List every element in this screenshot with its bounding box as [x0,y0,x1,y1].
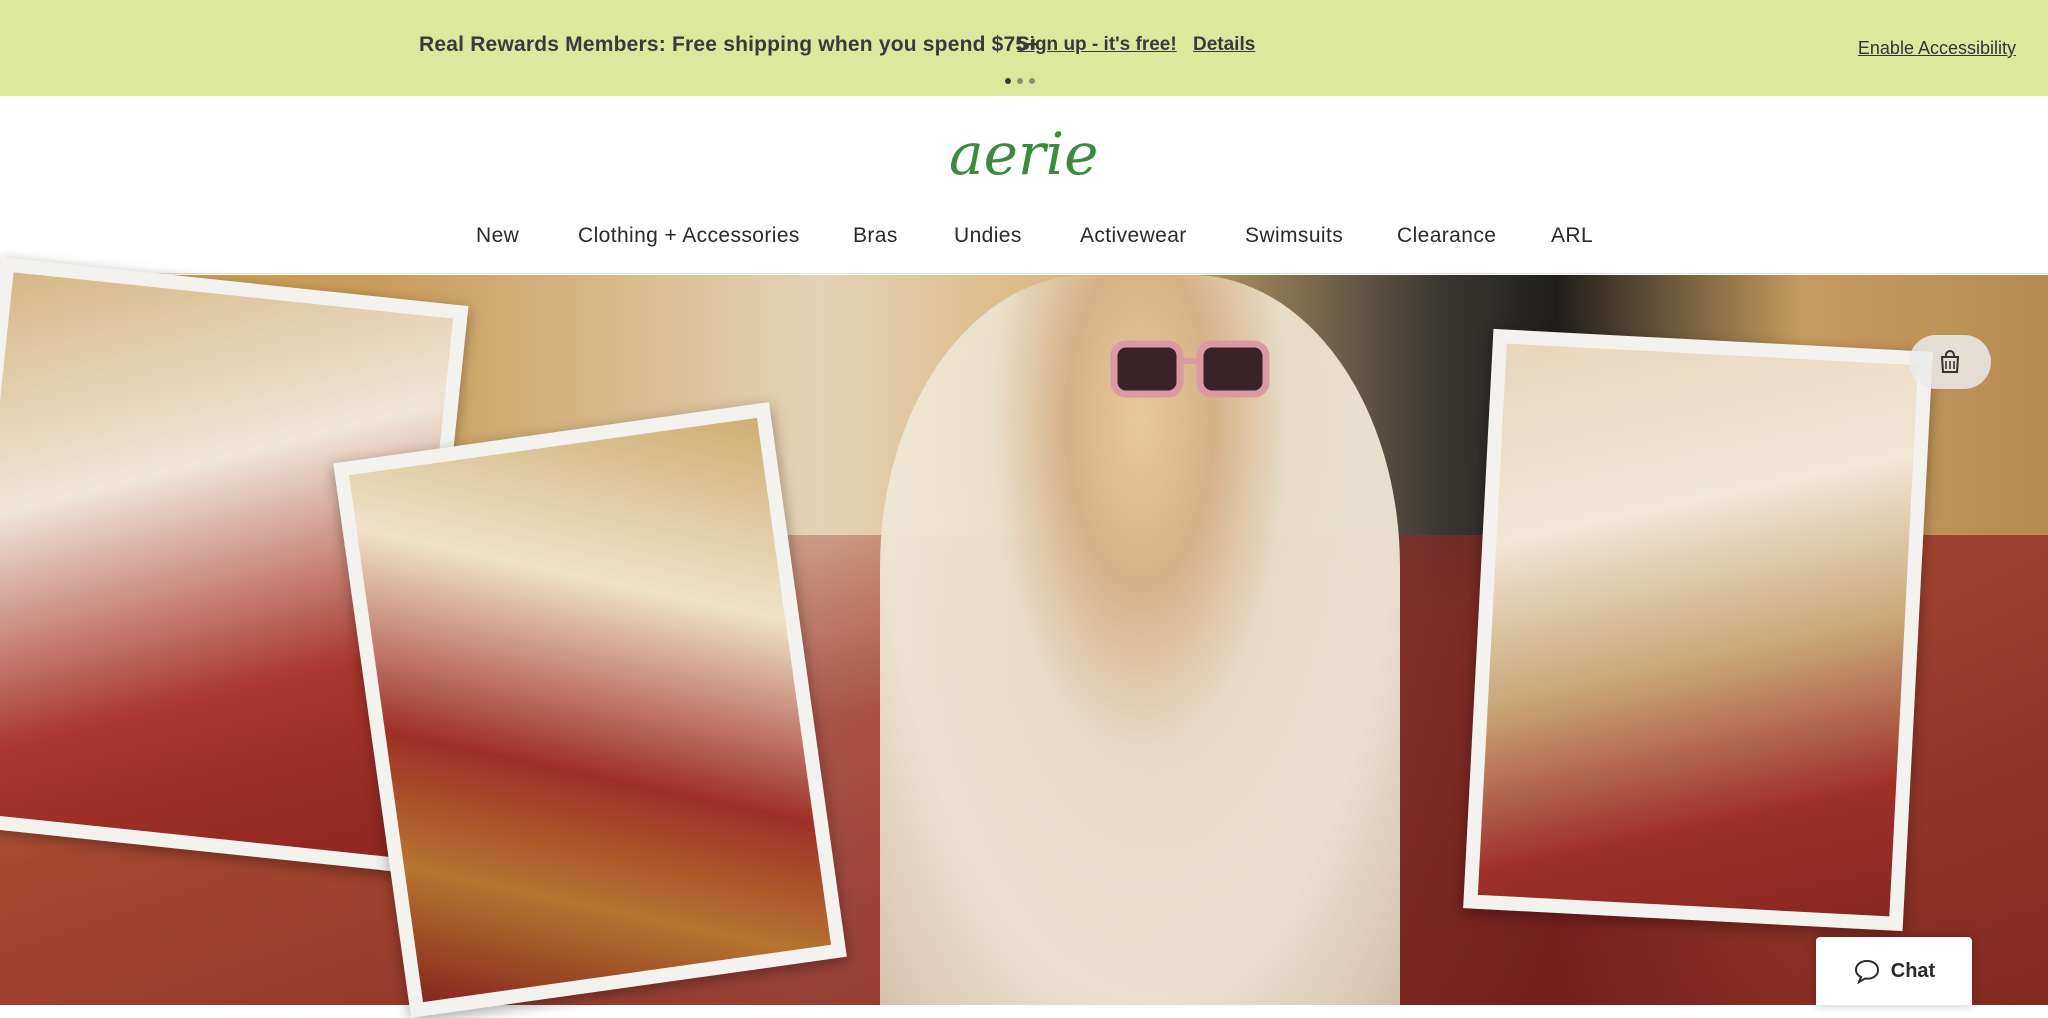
sunglasses-graphic [1110,340,1270,398]
nav-item-new[interactable]: New [476,224,519,248]
promo-carousel-dots[interactable] [1005,78,1035,84]
nav-item-swimsuits[interactable]: Swimsuits [1245,224,1343,248]
carousel-dot[interactable] [1005,78,1011,84]
main-nav: New Clothing + Accessories Bras Undies A… [0,224,2048,254]
enable-accessibility-link[interactable]: Enable Accessibility [1858,38,2016,59]
promo-bar: Real Rewards Members: Free shipping when… [0,0,2048,96]
chat-label: Chat [1890,959,1936,982]
hero-photo-right [1463,328,1933,932]
nav-item-clearance[interactable]: Clearance [1397,224,1496,248]
nav-item-bras[interactable]: Bras [853,224,898,248]
hero-photo-middle [333,402,847,1018]
aerie-logo[interactable]: aerie [945,118,1097,188]
nav-item-arl[interactable]: ARL [1551,224,1593,248]
chat-bubble-icon [1854,959,1879,984]
details-link[interactable]: Details [1193,34,1255,56]
shopping-bag-icon [1940,350,1960,373]
nav-item-activewear[interactable]: Activewear [1080,224,1187,248]
logo-text: aerie [949,120,1097,188]
carousel-dot[interactable] [1017,78,1023,84]
shopping-bag-button[interactable] [1909,335,1991,389]
nav-item-clothing-accessories[interactable]: Clothing + Accessories [578,224,800,248]
nav-item-undies[interactable]: Undies [954,224,1022,248]
carousel-dot[interactable] [1029,78,1035,84]
chat-button[interactable]: Chat [1816,937,1972,1005]
promo-message: Real Rewards Members: Free shipping when… [419,33,1040,56]
signup-link[interactable]: Sign up - it's free! [1017,34,1177,56]
